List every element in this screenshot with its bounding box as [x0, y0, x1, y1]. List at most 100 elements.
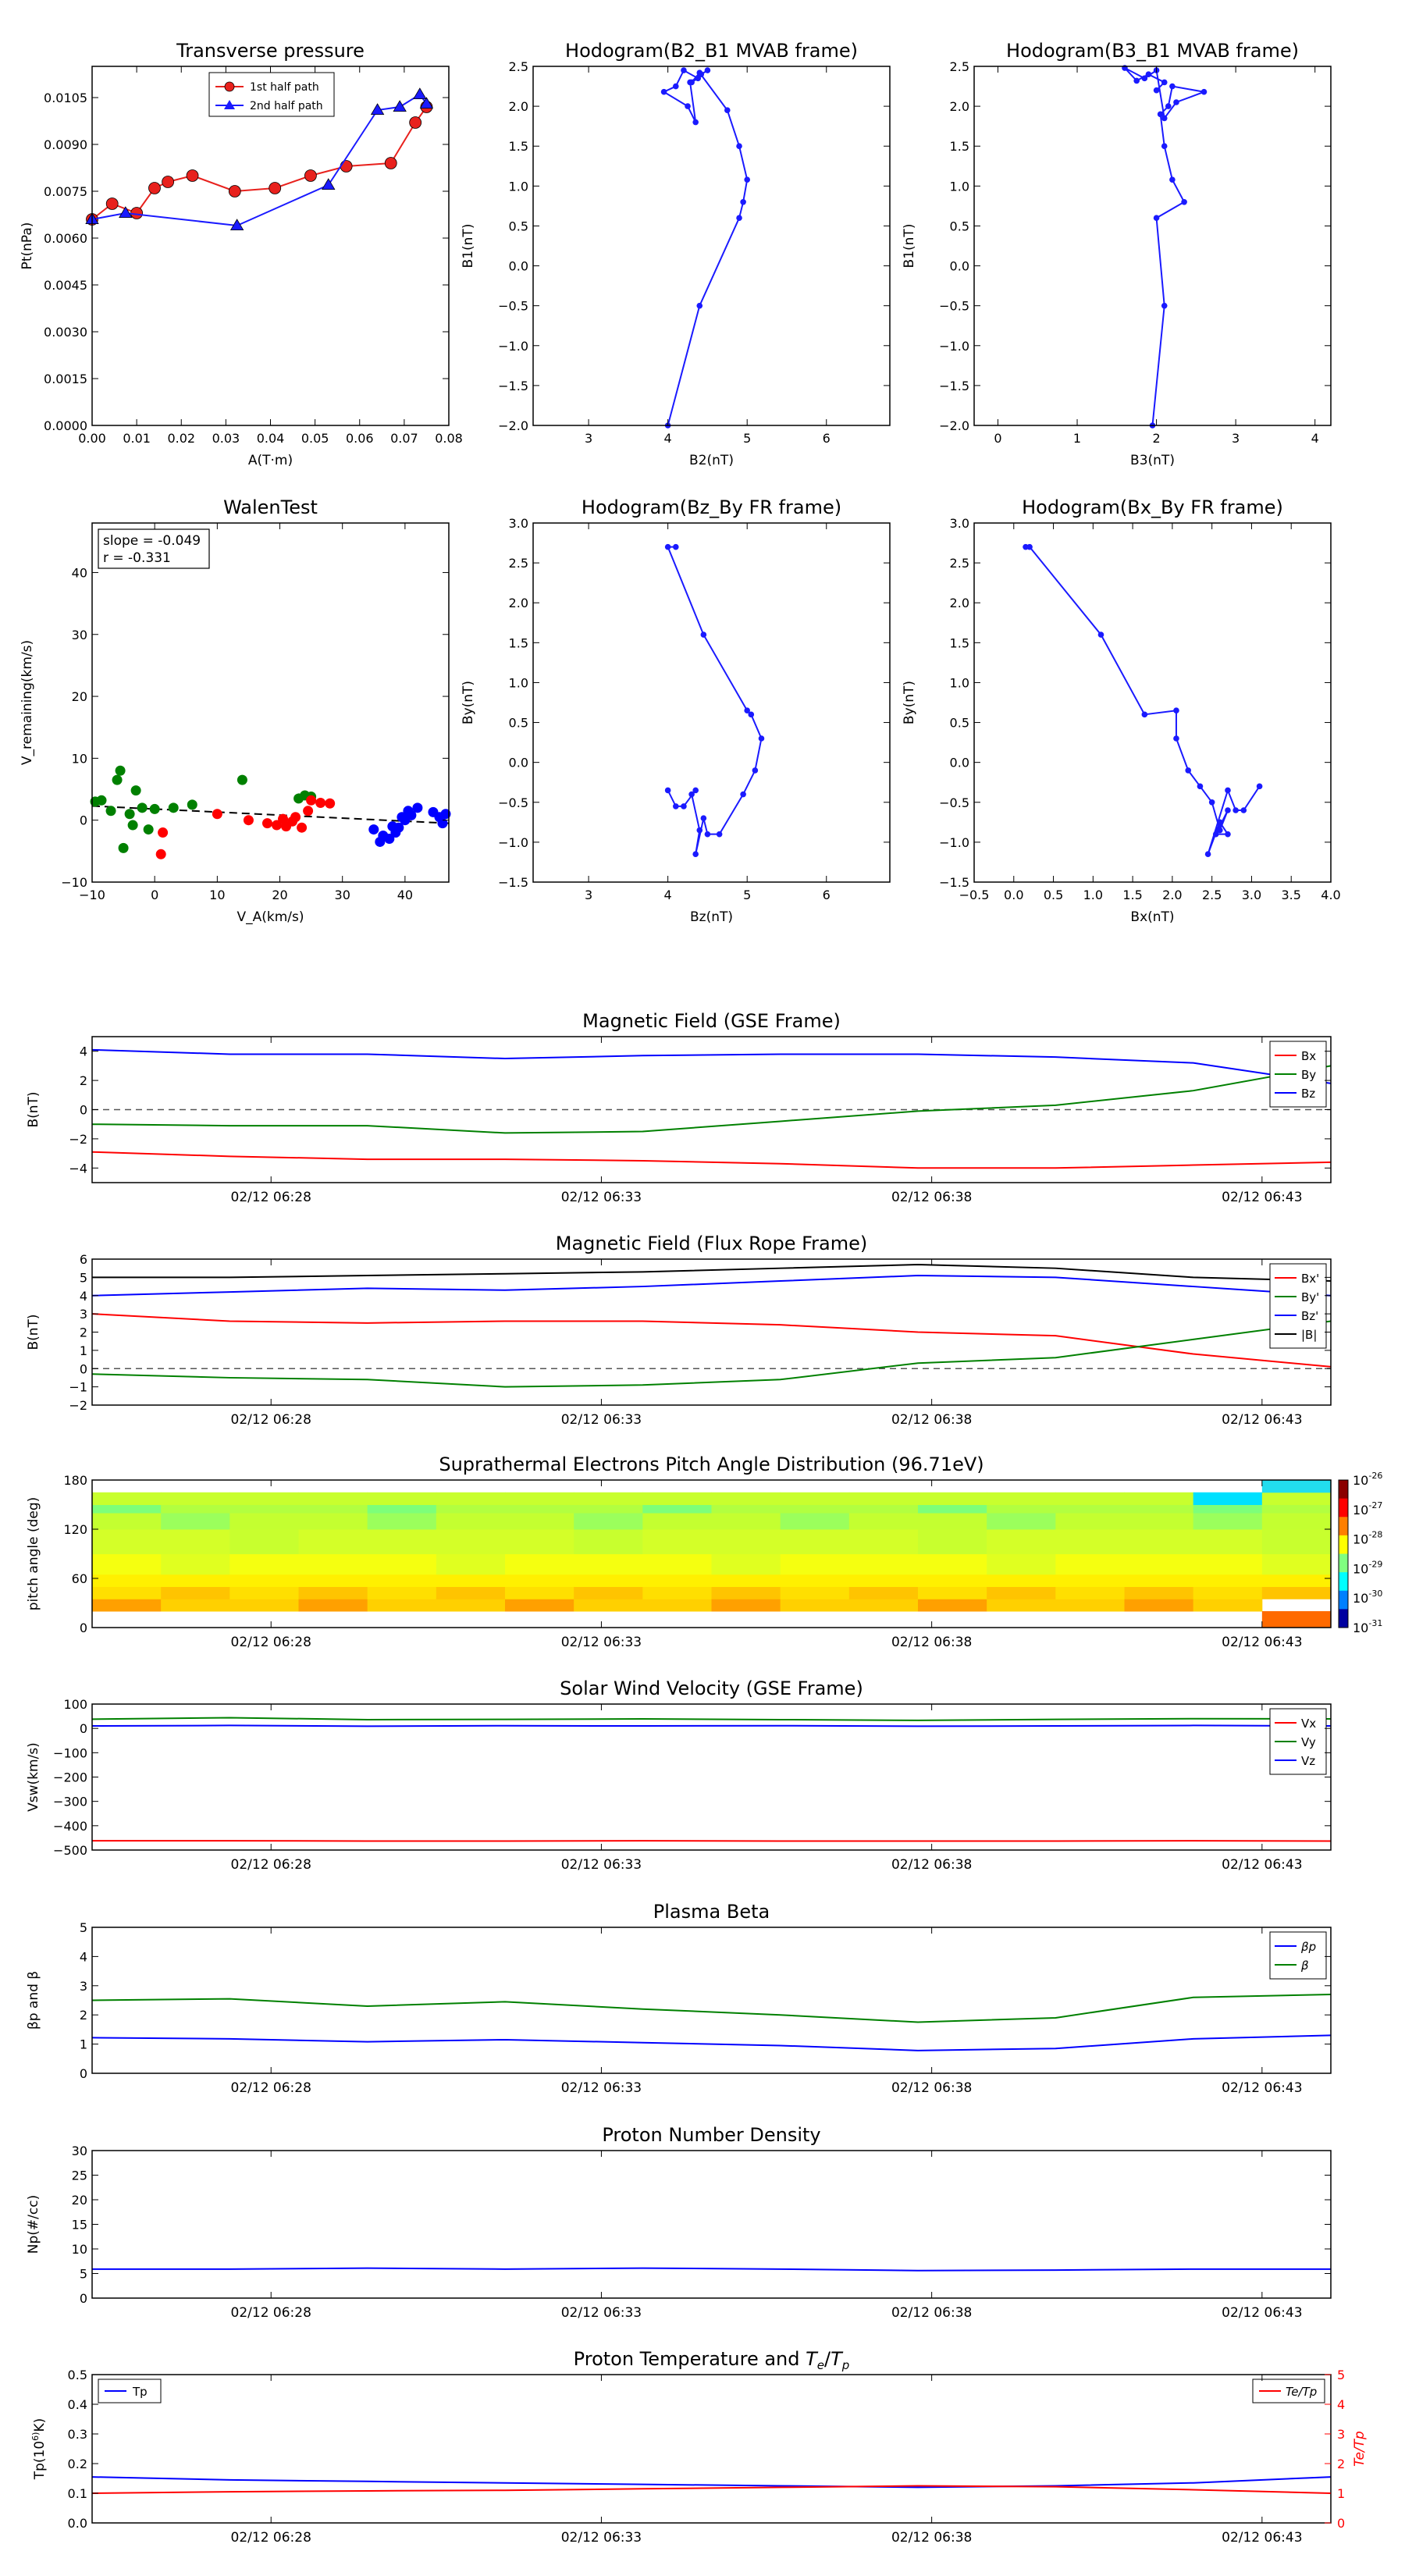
heatmap-cell — [505, 1553, 574, 1575]
heatmap-cell — [1261, 1529, 1332, 1554]
colorbar-label: 10-30 — [1353, 1589, 1382, 1606]
legend-label: Te/Tp — [1286, 2385, 1317, 2399]
panel-title: Transverse pressure — [176, 40, 365, 62]
y-tick-label: 0.5 — [509, 716, 528, 731]
heatmap-cell — [229, 1529, 299, 1554]
data-point — [340, 160, 353, 173]
data-point — [1256, 783, 1263, 790]
data-point — [1240, 807, 1247, 813]
heatmap-cell — [92, 1574, 162, 1587]
data-point — [740, 198, 746, 205]
y-tick-label: 0.0 — [509, 259, 528, 274]
data-point — [1232, 807, 1239, 813]
heatmap-cell — [780, 1492, 850, 1505]
y-tick-label: 120 — [63, 1522, 87, 1537]
data-point — [322, 178, 336, 190]
heatmap-cell — [229, 1574, 299, 1587]
x-tick-label: 2.0 — [1162, 888, 1182, 902]
data-point — [1153, 87, 1160, 94]
heatmap-cell — [780, 1504, 850, 1514]
x-tick-label: 02/12 06:33 — [561, 1190, 642, 1205]
x-tick-label: 5 — [743, 431, 751, 446]
heatmap-cell — [298, 1513, 368, 1530]
data-point — [243, 815, 254, 826]
x-tick-label: 02/12 06:33 — [561, 1412, 642, 1428]
heatmap-cell — [1055, 1599, 1125, 1612]
heatmap-cell — [1055, 1513, 1125, 1530]
series-line — [91, 1275, 1332, 1297]
colorbar-segment — [1339, 1480, 1348, 1500]
y-tick-label: −1.5 — [498, 379, 528, 393]
heatmap-cell — [711, 1574, 781, 1587]
x-tick-label: 02/12 06:43 — [1222, 2305, 1302, 2321]
y-axis-label: βp and β — [26, 1971, 41, 2030]
data-point — [1145, 71, 1152, 78]
y-tick-label: 2 — [80, 2008, 87, 2023]
data-point — [118, 842, 129, 853]
y-tick-label: 100 — [63, 1697, 87, 1712]
heatmap-cell — [161, 1529, 230, 1554]
series-line — [91, 1724, 1332, 1727]
y-tick-label: 6 — [80, 1252, 87, 1267]
y-tick-label: 0.5 — [68, 2368, 87, 2382]
series-line — [91, 2485, 1332, 2494]
heatmap-cell — [642, 1553, 712, 1575]
x-tick-label: 02/12 06:38 — [891, 2530, 972, 2546]
heatmap-cell — [298, 1492, 368, 1505]
axes-frame — [91, 1927, 1332, 2074]
series-line — [91, 2476, 1332, 2489]
y-tick-label: 0 — [80, 813, 87, 828]
data-point — [1204, 851, 1211, 858]
ts-panel-tp_ts: Proton Temperature and Te/TpTp Te/Tp02/12… — [30, 2348, 1368, 2546]
y-tick-label: 30 — [72, 628, 87, 642]
colorbar-exponent: -30 — [1368, 1589, 1382, 1599]
heatmap-cell — [642, 1599, 712, 1612]
legend-label: 2nd half path — [250, 100, 323, 112]
heatmap-cell — [367, 1513, 437, 1530]
panel-title: Hodogram(B3_B1 MVAB frame) — [1006, 40, 1299, 62]
y-tick-label: 180 — [63, 1473, 87, 1488]
heatmap-cell — [1261, 1553, 1332, 1575]
data-point — [124, 809, 135, 820]
x-tick-label: 0.04 — [257, 431, 285, 446]
data-point — [96, 795, 107, 806]
y-tick-label: 25 — [72, 2169, 87, 2183]
data-point — [384, 157, 397, 169]
panel-title: Proton Temperature and Te/Tp — [574, 2348, 850, 2372]
data-point — [269, 182, 282, 194]
y-tick-label: 20 — [72, 689, 87, 704]
y-tick-label: 3.0 — [950, 516, 969, 531]
panel-h4: Hodogram(Bx_By FR frame) −0.5 0.0 0.5 1.0 1.5… — [902, 496, 1341, 925]
y-tick-label: −200 — [53, 1770, 87, 1785]
heatmap-cell — [161, 1599, 230, 1612]
y-tick-label-right: 4 — [1337, 2397, 1345, 2412]
heatmap-cell — [848, 1574, 919, 1587]
y-tick-label-right: 0 — [1337, 2516, 1345, 2531]
y-tick-label: −0.5 — [498, 795, 528, 810]
x-tick-label: 02/12 06:28 — [231, 1190, 311, 1205]
heatmap-cell — [848, 1513, 919, 1530]
series-line — [91, 1994, 1332, 2023]
data-point — [1161, 143, 1168, 150]
heatmap-cell — [1124, 1513, 1194, 1530]
colorbar-segment — [1339, 1535, 1348, 1554]
x-tick-label: 02/12 06:38 — [891, 2080, 972, 2096]
y-tick-label: 0.5 — [950, 716, 969, 731]
heatmap-cell — [1055, 1574, 1125, 1587]
legend-box — [1269, 1931, 1327, 1980]
data-point — [1141, 711, 1148, 718]
heatmap-cell — [161, 1586, 230, 1599]
x-axis-label: Bz(nT) — [690, 909, 733, 925]
x-tick-label: 20 — [272, 888, 287, 902]
y-tick-label: −0.5 — [939, 795, 969, 810]
data-point — [724, 107, 731, 114]
x-tick-label: 0.02 — [167, 431, 195, 446]
y-tick-label: 30 — [72, 2144, 87, 2158]
heatmap-cell — [642, 1513, 712, 1530]
heatmap-cell — [642, 1574, 712, 1587]
legend-label: Vz — [1301, 1754, 1315, 1768]
data-point — [112, 774, 123, 785]
y-tick-label: 0.5 — [509, 219, 528, 233]
heatmap-cell — [229, 1513, 299, 1530]
data-point — [752, 767, 759, 774]
